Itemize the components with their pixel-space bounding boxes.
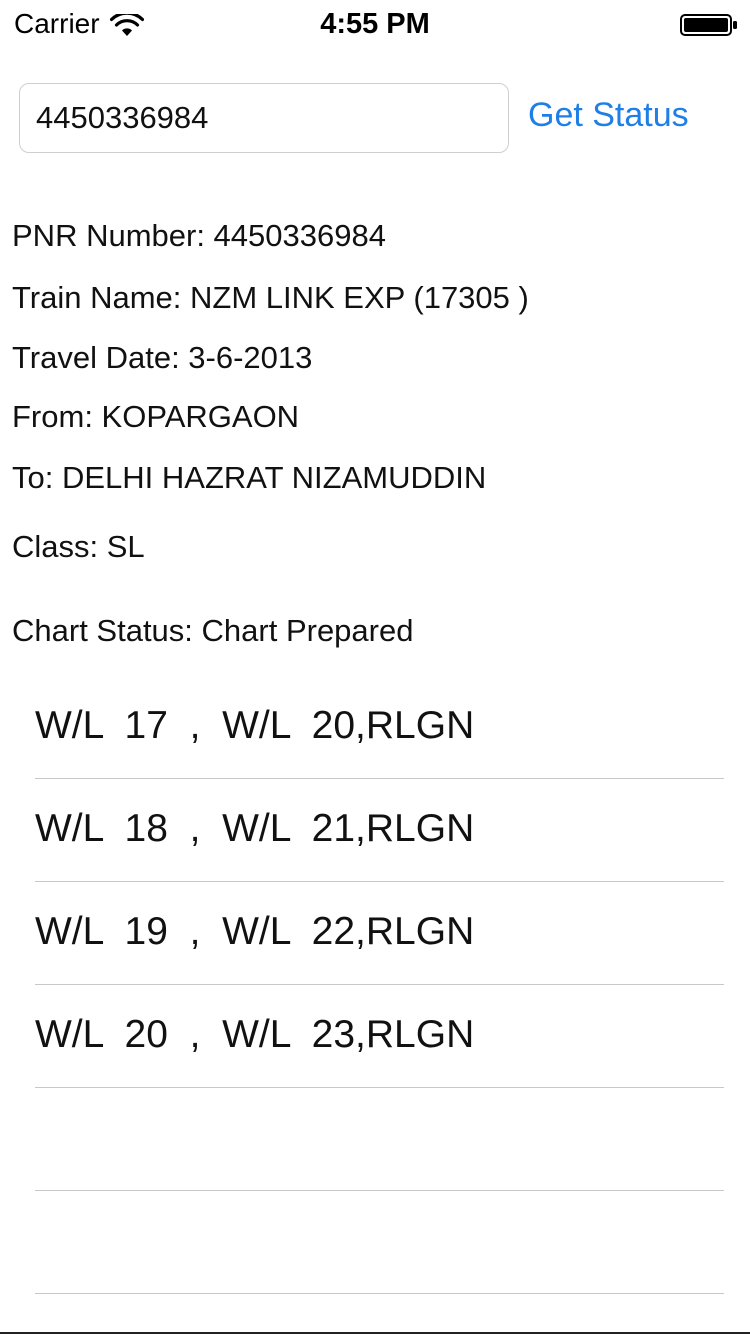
passenger-status: W/L 19 , W/L 22,RLGN <box>35 910 475 953</box>
passenger-status-list[interactable]: W/L 17 , W/L 20,RLGN W/L 18 , W/L 21,RLG… <box>0 676 750 1294</box>
travel-class: Class: SL <box>12 529 145 564</box>
pnr-number: PNR Number: 4450336984 <box>12 218 386 253</box>
travel-date: Travel Date: 3-6-2013 <box>12 340 313 375</box>
list-item[interactable] <box>35 1191 724 1294</box>
clock: 4:55 PM <box>320 8 430 40</box>
list-item[interactable]: W/L 20 , W/L 23,RLGN <box>35 985 724 1088</box>
chart-status: Chart Status: Chart Prepared <box>12 613 414 648</box>
to-station: To: DELHI HAZRAT NIZAMUDDIN <box>12 460 487 495</box>
passenger-status: W/L 20 , W/L 23,RLGN <box>35 1013 475 1056</box>
passenger-status: W/L 18 , W/L 21,RLGN <box>35 807 475 850</box>
pnr-input[interactable] <box>19 83 509 153</box>
passenger-status: W/L 17 , W/L 20,RLGN <box>35 704 475 747</box>
list-item[interactable] <box>35 1088 724 1191</box>
battery-icon <box>680 14 737 36</box>
pnr-status-screen: Carrier 4:55 PM Get Status PNR Number: 4… <box>0 0 750 1334</box>
list-item[interactable]: W/L 18 , W/L 21,RLGN <box>35 779 724 882</box>
status-bar: Carrier 4:55 PM <box>0 0 750 50</box>
list-item[interactable]: W/L 19 , W/L 22,RLGN <box>35 882 724 985</box>
train-name: Train Name: NZM LINK EXP (17305 ) <box>12 280 529 315</box>
list-item[interactable]: W/L 17 , W/L 20,RLGN <box>35 676 724 779</box>
from-station: From: KOPARGAON <box>12 399 300 434</box>
get-status-button[interactable]: Get Status <box>528 96 689 135</box>
